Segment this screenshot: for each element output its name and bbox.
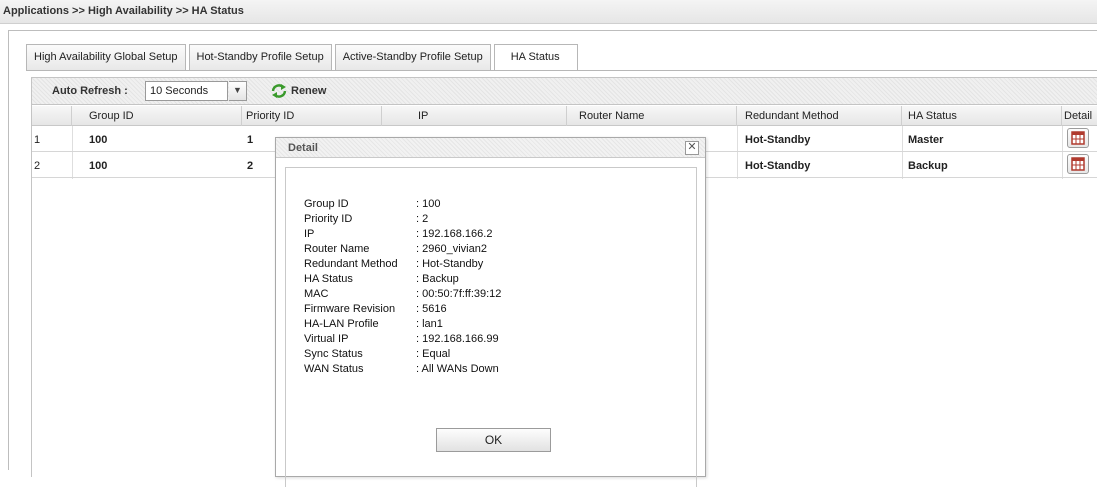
detail-label: HA Status	[304, 273, 353, 285]
tab-bar: High Availability Global Setup Hot-Stand…	[26, 44, 581, 71]
detail-value: : 192.168.166.99	[416, 333, 499, 345]
column-header-detail: Detail	[1064, 110, 1093, 122]
detail-label: HA-LAN Profile	[304, 318, 379, 330]
detail-value: : Backup	[416, 273, 459, 285]
tab-hot-standby-profile-setup[interactable]: Hot-Standby Profile Setup	[188, 44, 332, 70]
detail-value: : 2960_vivian2	[416, 243, 487, 255]
detail-row: Router Name : 2960_vivian2	[304, 243, 487, 257]
row-index: 2	[34, 160, 41, 172]
breadcrumb: Applications >> High Availability >> HA …	[0, 0, 1097, 24]
table-grid-icon[interactable]	[1067, 154, 1089, 174]
tab-ha-status[interactable]: HA Status	[493, 44, 578, 71]
detail-row: HA-LAN Profile : lan1	[304, 318, 443, 332]
column-header-index	[32, 106, 72, 126]
chevron-down-icon[interactable]: ▼	[229, 81, 247, 101]
group-id-cell: 100	[89, 160, 108, 172]
detail-label: Virtual IP	[304, 333, 349, 345]
detail-label: Firmware Revision	[304, 303, 396, 315]
ha-status-cell: Master	[908, 134, 944, 146]
column-header-ha-status: HA Status	[902, 106, 1062, 126]
detail-value: : 192.168.166.2	[416, 228, 493, 240]
detail-value: : 100	[416, 198, 441, 210]
dialog-body: Group ID : 100 Priority ID : 2 IP : 192.168…	[285, 167, 697, 487]
close-icon[interactable]: ✕	[685, 141, 699, 155]
group-id-cell: 100	[89, 134, 108, 146]
detail-row: Priority ID : 2	[304, 213, 428, 227]
detail-row: IP : 192.168.166.2	[304, 228, 492, 242]
detail-row: MAC : 00:50:7f:ff:39:12	[304, 288, 501, 302]
tab-divider	[26, 70, 1097, 71]
detail-label: WAN Status	[304, 363, 364, 375]
ha-status-cell: Backup	[908, 160, 948, 172]
detail-label: Redundant Method	[304, 258, 398, 270]
table-grid-icon[interactable]	[1067, 128, 1089, 148]
redundant-method-cell: Hot-Standby	[745, 160, 811, 172]
tab-global-setup[interactable]: High Availability Global Setup	[26, 44, 186, 70]
detail-row: HA Status : Backup	[304, 273, 459, 287]
detail-row: Redundant Method : Hot-Standby	[304, 258, 483, 272]
detail-row: Sync Status : Equal	[304, 348, 450, 362]
detail-value: : All WANs Down	[416, 363, 499, 375]
auto-refresh-select[interactable]: 10 Seconds	[145, 81, 228, 101]
detail-label: Group ID	[304, 198, 349, 210]
priority-id-cell: 1	[247, 134, 254, 146]
detail-value: : Equal	[416, 348, 451, 360]
detail-value: : Hot-Standby	[416, 258, 484, 270]
detail-label: Sync Status	[304, 348, 363, 360]
dialog-title: Detail	[276, 138, 705, 158]
table-header: Group ID Priority ID IP Router Name Redu…	[32, 106, 1097, 126]
renew-label: Renew	[291, 85, 327, 97]
column-header-group-id: Group ID	[72, 106, 242, 126]
detail-value: : 2	[416, 213, 429, 225]
detail-row: Virtual IP : 192.168.166.99	[304, 333, 499, 347]
redundant-method-cell: Hot-Standby	[745, 134, 811, 146]
detail-row: WAN Status : All WANs Down	[304, 363, 499, 377]
detail-label: Router Name	[304, 243, 370, 255]
detail-row: Firmware Revision : 5616	[304, 303, 447, 317]
detail-label: MAC	[304, 288, 329, 300]
detail-label: Priority ID	[304, 213, 353, 225]
detail-value: : lan1	[416, 318, 443, 330]
refresh-arrows-icon	[271, 84, 287, 98]
detail-value: : 5616	[416, 303, 447, 315]
column-header-redundant-method: Redundant Method	[737, 106, 902, 126]
detail-dialog: Detail ✕ Group ID : 100 Priority ID : 2 IP…	[275, 137, 706, 487]
toolbar: Auto Refresh : 10 Seconds ▼ Renew	[32, 78, 1097, 105]
tab-active-standby-profile-setup[interactable]: Active-Standby Profile Setup	[334, 44, 491, 70]
column-header-router-name: Router Name	[567, 106, 737, 126]
detail-row: Group ID : 100	[304, 198, 440, 212]
column-header-ip: IP	[382, 106, 567, 126]
auto-refresh-label: Auto Refresh :	[52, 85, 128, 97]
renew-button[interactable]: Renew	[270, 83, 326, 99]
ok-button[interactable]: OK	[436, 428, 551, 452]
row-index: 1	[34, 134, 41, 146]
column-header-priority-id: Priority ID	[242, 106, 382, 126]
detail-label: IP	[304, 228, 315, 240]
detail-value: : 00:50:7f:ff:39:12	[416, 288, 502, 300]
priority-id-cell: 2	[247, 160, 254, 172]
